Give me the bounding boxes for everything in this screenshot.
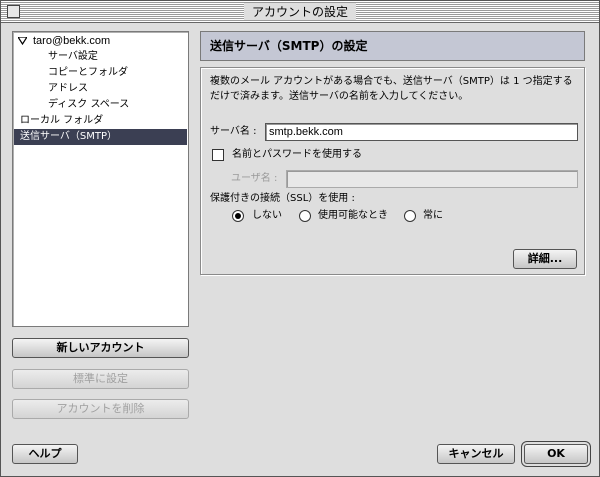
tree-item-local-folders[interactable]: ローカル フォルダ: [14, 113, 187, 129]
ssl-if-available-label: 使用可能なとき: [318, 210, 388, 221]
account-tree: taro@bekk.com サーバ設定 コピーとフォルダ アドレス ディスク ス…: [12, 31, 189, 327]
ssl-always-radio[interactable]: [404, 210, 416, 222]
panel-description: 複数のメール アカウントがある場合でも、送信サーバ（SMTP）は 1 つ指定する…: [210, 76, 573, 102]
ssl-label: 保護付きの接続（SSL）を使用 :: [210, 193, 355, 204]
username-label: ユーザ名 :: [231, 173, 278, 184]
set-default-button[interactable]: 標準に設定: [12, 369, 189, 389]
use-auth-label: 名前とパスワードを使用する: [232, 149, 362, 160]
tree-item-label: アドレス: [48, 83, 88, 94]
tree-item-disk-space[interactable]: ディスク スペース: [14, 97, 187, 113]
ok-button[interactable]: OK: [524, 444, 588, 464]
title-bar[interactable]: アカウントの設定: [1, 1, 599, 23]
tree-item-copies-folders[interactable]: コピーとフォルダ: [14, 65, 187, 81]
tree-item-account-taro[interactable]: taro@bekk.com: [14, 33, 187, 49]
delete-account-button[interactable]: アカウントを削除: [12, 399, 189, 419]
tree-item-label: 送信サーバ（SMTP）: [20, 131, 118, 142]
ssl-if-available-radio[interactable]: [299, 210, 311, 222]
server-name-label: サーバ名 :: [210, 126, 257, 137]
window-title: アカウントの設定: [244, 3, 357, 20]
username-input[interactable]: [286, 170, 578, 188]
tree-item-label: ローカル フォルダ: [20, 115, 104, 126]
server-name-input[interactable]: smtp.bekk.com: [265, 123, 578, 141]
tree-item-server-settings[interactable]: サーバ設定: [14, 49, 187, 65]
disclosure-triangle-icon[interactable]: [18, 37, 27, 45]
close-box-icon[interactable]: [7, 5, 20, 18]
cancel-button[interactable]: キャンセル: [437, 444, 515, 464]
ssl-never-radio[interactable]: [232, 210, 244, 222]
tree-item-outgoing-server[interactable]: 送信サーバ（SMTP）: [14, 129, 187, 145]
ssl-never-label: しない: [252, 210, 282, 221]
account-settings-window: アカウントの設定 taro@bekk.com サーバ設定 コピーとフォルダ アド…: [0, 0, 600, 477]
panel-header: 送信サーバ（SMTP）の設定: [200, 31, 585, 61]
tree-item-label: taro@bekk.com: [33, 35, 111, 47]
tree-item-label: サーバ設定: [48, 51, 98, 62]
new-account-button[interactable]: 新しいアカウント: [12, 338, 189, 358]
tree-item-addressing[interactable]: アドレス: [14, 81, 187, 97]
use-auth-checkbox[interactable]: [212, 149, 224, 161]
tree-item-label: コピーとフォルダ: [48, 67, 128, 78]
advanced-button[interactable]: 詳細...: [513, 249, 577, 269]
ssl-always-label: 常に: [423, 210, 443, 221]
help-button[interactable]: ヘルプ: [12, 444, 78, 464]
tree-item-label: ディスク スペース: [48, 99, 130, 110]
